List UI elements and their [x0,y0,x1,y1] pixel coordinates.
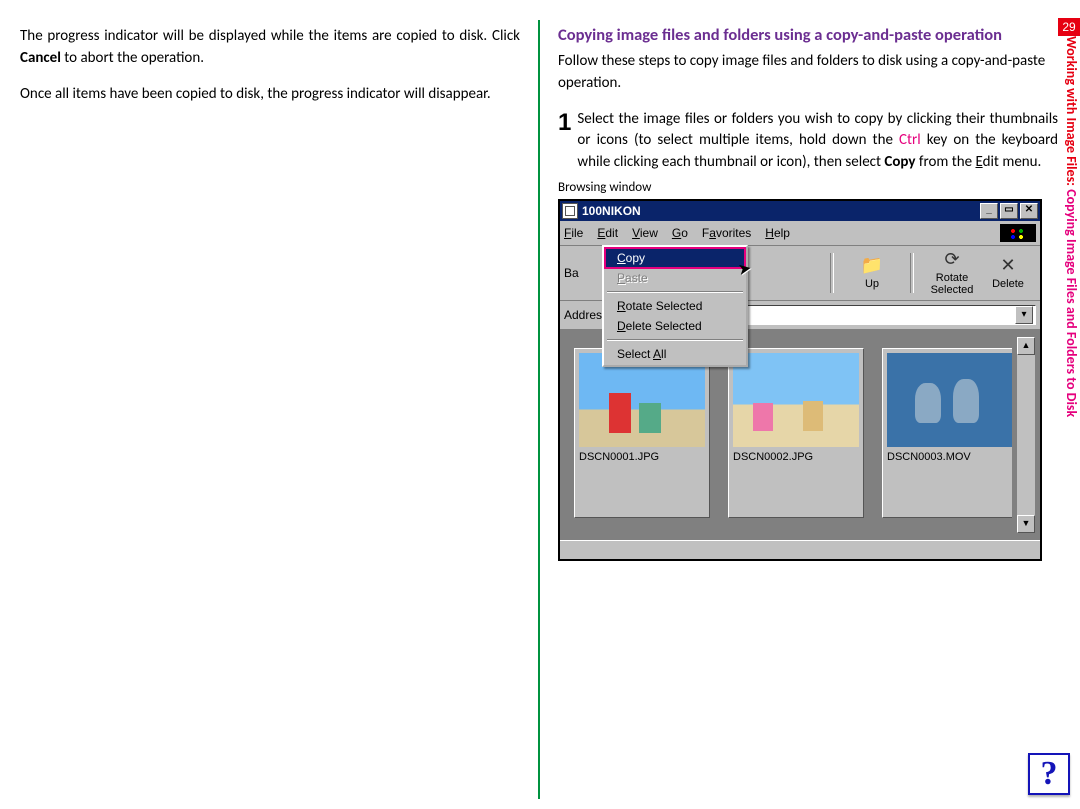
edit-mnemonic: E [976,153,983,171]
edit-dropdown-menu: Copy Paste Rotate Selected Delete Select… [602,245,748,367]
step-1: 1 Select the image files or folders you … [558,109,1058,174]
copy-word: Copy [884,153,915,171]
rotate-selected-button[interactable]: ⟳ Rotate Selected [924,250,980,296]
back-button[interactable]: Ba [564,266,594,280]
thumbnail-item[interactable]: DSCN0002.JPG [728,348,864,518]
manual-page: The progress indicator will be displayed… [0,0,1080,809]
left-column: The progress indicator will be displayed… [20,20,538,799]
scroll-down-arrow-icon[interactable]: ▼ [1017,515,1035,533]
thumbnail-item[interactable]: DSCN0001.JPG [574,348,710,518]
window-title: 100NIKON [582,204,980,218]
side-section: Working with Image Files: [1063,36,1080,186]
file-name: DSCN0001.JPG [579,451,705,463]
text: to abort the operation. [61,49,204,67]
menu-bar: File Edit View Go Favorites Help [560,221,1040,246]
menu-item-select-all[interactable]: Select All [605,344,745,364]
address-label: Addres [564,308,602,322]
toolbar-separator [830,253,834,293]
cancel-word: Cancel [20,49,61,67]
delete-icon: ✕ [996,256,1020,276]
side-strip: Working with Image Files: Copying Image … [1058,36,1080,676]
close-button[interactable]: ✕ [1020,203,1038,219]
toolbar-label: Rotate Selected [924,272,980,296]
section-heading: Copying image files and folders using a … [558,25,1058,45]
rotate-icon: ⟳ [940,250,964,270]
paragraph: Follow these steps to copy image files a… [558,51,1058,95]
minimize-button[interactable]: _ [980,203,998,219]
menu-favorites[interactable]: Favorites [702,226,751,240]
menu-item-rotate-selected[interactable]: Rotate Selected [605,296,745,316]
title-buttons: _ ▭ ✕ [980,203,1038,219]
thumbnail-item[interactable]: DSCN0003.MOV [882,348,1012,518]
menu-view[interactable]: View [632,226,658,240]
menu-item-delete-selected[interactable]: Delete Selected [605,316,745,336]
page-number: 29 [1058,18,1080,36]
thumbnail-image [579,353,705,447]
text: The progress indicator will be displayed… [20,27,520,45]
question-mark-icon: ? [1041,755,1058,793]
status-bar [560,540,1040,559]
menu-separator [607,291,743,293]
paragraph: The progress indicator will be displayed… [20,26,520,70]
figure-caption: Browsing window [558,180,1058,195]
delete-button[interactable]: ✕ Delete [980,256,1036,290]
title-bar[interactable]: 100NIKON _ ▭ ✕ [560,201,1040,221]
toolbar-label: Up [844,278,900,290]
paragraph: Once all items have been copied to disk,… [20,84,520,106]
toolbar-separator [910,253,914,293]
ctrl-key: Ctrl [899,131,921,149]
thumbnail-row: DSCN0001.JPG DSCN0002.JPG DSCN0003.MOV [570,340,1012,526]
thumbnail-image [733,353,859,447]
side-subsection: Copying Image Files and Folders to Disk [1063,186,1080,417]
throbber-icon [1000,224,1036,242]
toolbar-label: Delete [980,278,1036,290]
help-button[interactable]: ? [1028,753,1070,795]
vertical-scrollbar[interactable]: ▲ ▼ [1016,336,1036,534]
file-name: DSCN0002.JPG [733,451,859,463]
menu-item-copy[interactable]: Copy [605,248,745,268]
text: from the [916,153,976,171]
folder-up-icon: 📁 [860,256,884,276]
up-button[interactable]: 📁 Up [844,256,900,290]
side-breadcrumb: Working with Image Files: Copying Image … [1063,36,1080,417]
menu-go[interactable]: Go [672,226,688,240]
side-tab: 29 Working with Image Files: Copying Ima… [1058,18,1080,676]
step-number: 1 [558,111,571,135]
menu-file[interactable]: File [564,226,583,240]
scroll-up-arrow-icon[interactable]: ▲ [1017,337,1035,355]
step-text: Select the image files or folders you wi… [577,109,1058,174]
maximize-button[interactable]: ▭ [1000,203,1018,219]
browsing-window: 100NIKON _ ▭ ✕ File Edit View Go Favorit… [558,199,1042,561]
menu-separator [607,339,743,341]
system-menu-icon[interactable] [562,203,578,219]
file-name: DSCN0003.MOV [887,451,1012,463]
menu-edit[interactable]: Edit [597,226,618,240]
menu-item-paste[interactable]: Paste [605,268,745,288]
text: dit menu. [983,153,1042,171]
thumbnail-image [887,353,1012,447]
menu-help[interactable]: Help [765,226,790,240]
right-column: Copying image files and folders using a … [538,20,1068,799]
